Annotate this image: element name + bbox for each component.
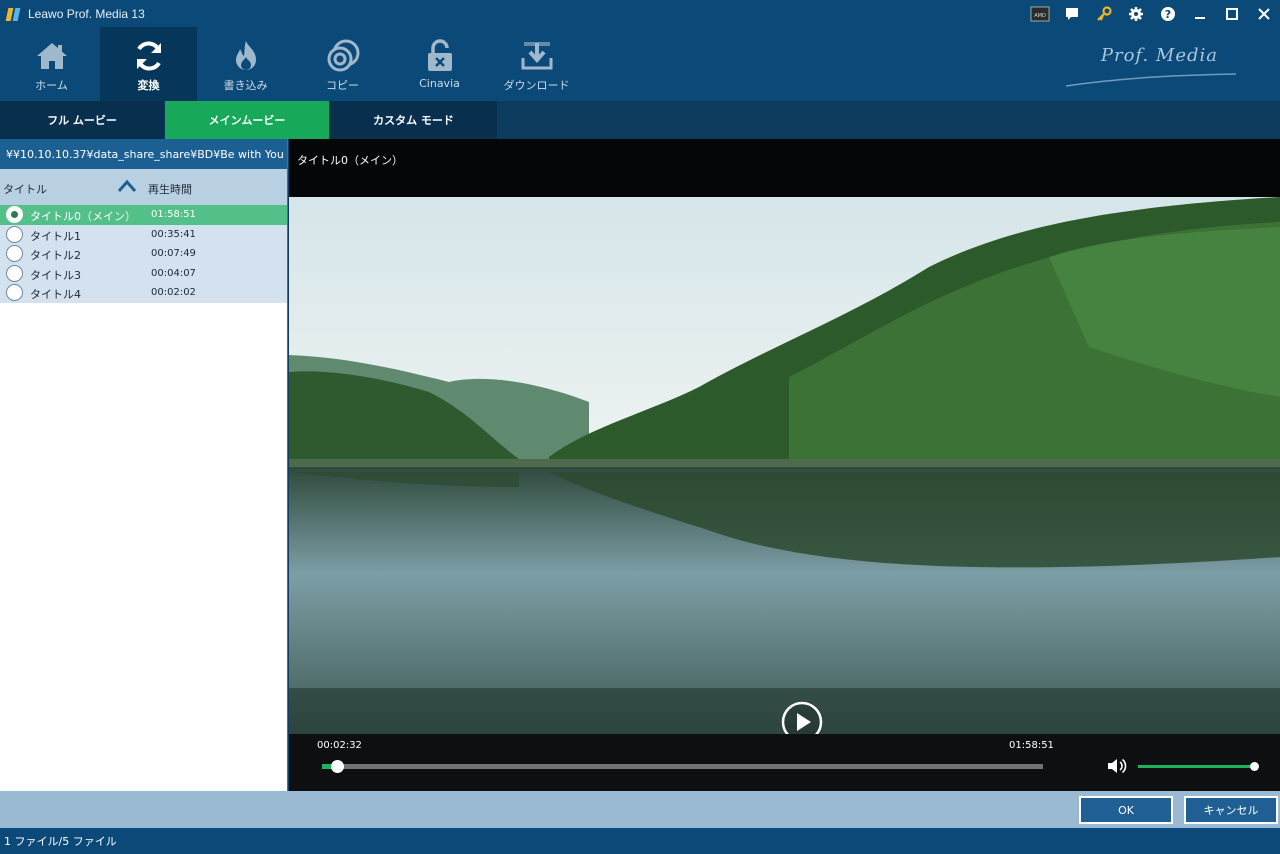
svg-text:?: ? (1165, 8, 1171, 21)
source-path: ¥¥10.10.10.37¥data_share_share¥BD¥Be wit… (0, 139, 287, 169)
feedback-icon[interactable] (1056, 0, 1088, 27)
status-bar: 1 ファイル/5 ファイル (0, 828, 1280, 854)
radio-button[interactable] (6, 225, 23, 243)
nav-item-convert[interactable]: 変換 (100, 27, 197, 101)
current-time: 00:02:32 (317, 740, 362, 751)
amd-icon[interactable]: AMD (1024, 0, 1056, 27)
ok-button[interactable]: OK (1079, 796, 1173, 824)
mode-tabs: フル ムービー メインムービー カスタム モード (0, 101, 1280, 139)
nav-item-copy[interactable]: コピー (294, 27, 391, 101)
column-duration[interactable]: 再生時間 (148, 181, 192, 197)
volume-handle[interactable] (1250, 762, 1259, 771)
item-title: タイトル0（メイン） (30, 210, 136, 223)
item-duration: 01:58:51 (151, 209, 196, 220)
settings-icon[interactable] (1120, 0, 1152, 27)
tab-main-movie[interactable]: メインムービー (165, 101, 329, 139)
action-bar: OK キャンセル (0, 791, 1280, 828)
item-title: タイトル3 (30, 268, 81, 282)
column-title[interactable]: タイトル (3, 181, 47, 197)
cancel-button[interactable]: キャンセル (1184, 796, 1278, 824)
maximize-icon[interactable] (1216, 0, 1248, 27)
nav-item-burn[interactable]: 書き込み (197, 27, 294, 101)
item-title: タイトル4 (30, 288, 81, 302)
nav-item-home[interactable]: ホーム (3, 27, 100, 101)
nav-item-download[interactable]: ダウンロード (488, 27, 585, 101)
video-frame[interactable] (289, 197, 1280, 734)
item-title: タイトル2 (30, 249, 81, 263)
convert-icon (132, 39, 166, 73)
tab-custom-mode[interactable]: カスタム モード (330, 101, 497, 139)
title-bar: Leawo Prof. Media 13 AMD ? (0, 0, 1280, 27)
download-icon (520, 39, 554, 73)
nav-label: 書き込み (223, 79, 268, 92)
nav-label: ホーム (35, 79, 68, 92)
seek-handle[interactable] (331, 760, 345, 773)
radio-button[interactable] (6, 284, 23, 302)
main-nav: ホーム 変換 書き込み コピー Cinavia ダウンロード Prof. Med… (0, 27, 1280, 101)
app-logo-icon (5, 6, 22, 22)
nav-label: コピー (326, 79, 359, 92)
radio-button[interactable] (6, 264, 23, 282)
nav-item-cinavia[interactable]: Cinavia (391, 27, 488, 101)
list-item[interactable]: タイトル3 00:04:07 (0, 264, 287, 284)
window-title: Leawo Prof. Media 13 (28, 6, 145, 21)
list-item[interactable]: タイトル1 00:35:41 (0, 225, 287, 245)
home-icon (34, 39, 70, 73)
video-scene-image (289, 197, 1280, 734)
key-icon[interactable] (1088, 0, 1120, 27)
title-list: タイトル0（メイン） 01:58:51 タイトル1 00:35:41 タイトル2… (0, 205, 287, 303)
total-time: 01:58:51 (1009, 740, 1054, 751)
list-item[interactable]: タイトル2 00:07:49 (0, 244, 287, 264)
list-item[interactable]: タイトル4 00:02:02 (0, 283, 287, 303)
nav-label: ダウンロード (503, 79, 570, 92)
brand-swoosh-icon (1066, 73, 1236, 87)
item-duration: 00:07:49 (151, 248, 196, 260)
item-duration: 00:02:02 (151, 287, 196, 299)
nav-label: 変換 (137, 79, 160, 92)
player-controls: 00:02:32 01:58:51 (289, 734, 1280, 791)
radio-button[interactable] (6, 245, 23, 263)
nav-label: Cinavia (419, 77, 460, 90)
sort-up-icon[interactable] (118, 179, 136, 193)
radio-button[interactable] (6, 206, 23, 223)
list-item[interactable]: タイトル0（メイン） 01:58:51 (0, 205, 287, 225)
copy-icon (326, 39, 360, 73)
seek-bar[interactable] (322, 760, 1043, 773)
svg-text:AMD: AMD (1034, 13, 1046, 19)
volume-slider[interactable] (1138, 762, 1259, 771)
video-player: タイトル0（メイン） 00:02:32 01:58:51 (289, 139, 1280, 791)
close-icon[interactable] (1248, 0, 1280, 27)
item-title: タイトル1 (30, 229, 81, 243)
minimize-icon[interactable] (1184, 0, 1216, 27)
list-header: タイトル 再生時間 (0, 169, 287, 205)
brand-logo: Prof. Media (1100, 45, 1218, 66)
burn-icon (230, 39, 262, 73)
tab-full-movie[interactable]: フル ムービー (0, 101, 164, 139)
item-duration: 00:35:41 (151, 228, 196, 240)
item-duration: 00:04:07 (151, 267, 196, 279)
cinavia-icon (425, 39, 455, 73)
player-title: タイトル0（メイン） (297, 154, 403, 167)
volume-icon[interactable] (1106, 757, 1128, 775)
title-list-panel: ¥¥10.10.10.37¥data_share_share¥BD¥Be wit… (0, 139, 288, 791)
help-icon[interactable]: ? (1152, 0, 1184, 27)
